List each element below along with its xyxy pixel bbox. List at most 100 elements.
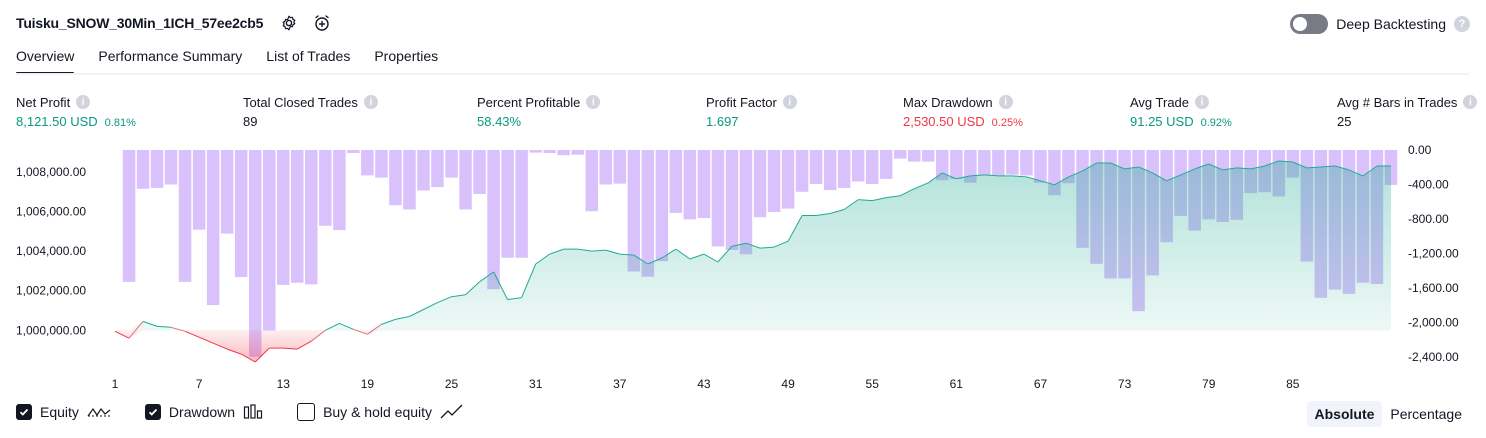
drawdown-bar bbox=[445, 150, 458, 178]
tabs-divider bbox=[16, 73, 1469, 75]
x-axis-tick: 85 bbox=[1286, 377, 1300, 391]
drawdown-bar bbox=[894, 150, 907, 159]
drawdown-bar bbox=[389, 150, 402, 206]
drawdown-bar bbox=[206, 150, 220, 306]
legend-buy-hold-label: Buy & hold equity bbox=[323, 404, 433, 420]
drawdown-bar bbox=[431, 150, 444, 188]
deep-backtesting-toggle[interactable] bbox=[1290, 14, 1329, 34]
info-icon[interactable]: i bbox=[782, 95, 797, 109]
drawdown-checkbox[interactable] bbox=[144, 404, 161, 420]
drawdown-bar bbox=[908, 150, 921, 162]
drawdown-bar bbox=[950, 150, 963, 179]
drawdown-bar bbox=[220, 150, 234, 234]
stat-profit-factor: Profit Factor i 1.697 bbox=[706, 94, 797, 129]
drawdown-bar bbox=[178, 150, 192, 282]
stat-percent: 0.81% bbox=[104, 117, 136, 129]
drawdown-bar bbox=[529, 150, 542, 153]
tab-list-of-trades[interactable]: List of Trades bbox=[266, 48, 362, 74]
stat-label: Profit Factor bbox=[706, 94, 777, 110]
drawdown-bar bbox=[305, 150, 318, 285]
trend-line-icon bbox=[440, 404, 463, 419]
strategy-title: Tuisku_SNOW_30Min_1ICH_57ee2cb5 bbox=[16, 15, 264, 31]
drawdown-bar bbox=[669, 150, 683, 213]
x-axis-tick: 1 bbox=[112, 377, 119, 391]
drawdown-bar bbox=[263, 150, 276, 331]
legend-drawdown-label: Drawdown bbox=[168, 404, 236, 420]
info-icon[interactable]: i bbox=[1463, 95, 1478, 109]
drawdown-bar bbox=[333, 150, 346, 231]
equity-checkbox[interactable] bbox=[16, 404, 32, 420]
drawdown-bar bbox=[234, 150, 248, 278]
stat-label: Percent Profitable bbox=[477, 94, 581, 110]
right-axis-tick: -2,400.00 bbox=[1408, 350, 1459, 364]
drawdown-bar bbox=[795, 150, 809, 192]
info-icon[interactable]: i bbox=[363, 95, 378, 109]
drawdown-bar bbox=[767, 150, 781, 212]
drawdown-bar bbox=[1006, 150, 1019, 175]
info-icon[interactable]: i bbox=[586, 95, 601, 109]
percentage-button[interactable]: Percentage bbox=[1382, 401, 1470, 427]
drawdown-bar bbox=[375, 150, 388, 178]
add-alert-clock-icon[interactable] bbox=[312, 13, 332, 33]
left-axis-tick: 1,006,000.00 bbox=[16, 205, 86, 219]
tab-properties[interactable]: Properties bbox=[374, 48, 450, 74]
left-axis-tick: 1,002,000.00 bbox=[16, 284, 86, 298]
x-axis-tick: 73 bbox=[1118, 377, 1132, 391]
drawdown-bar bbox=[641, 150, 655, 277]
x-axis-tick: 25 bbox=[445, 377, 459, 391]
right-axis-tick: -2,000.00 bbox=[1408, 315, 1459, 329]
drawdown-bar bbox=[557, 150, 570, 156]
tab-performance-summary[interactable]: Performance Summary bbox=[98, 48, 254, 74]
legend-drawdown[interactable]: Drawdown bbox=[144, 404, 263, 420]
drawdown-bar bbox=[655, 150, 669, 262]
settings-gear-icon[interactable] bbox=[279, 13, 299, 33]
x-axis-tick: 55 bbox=[866, 377, 880, 391]
drawdown-bar bbox=[515, 150, 528, 258]
drawdown-bar bbox=[291, 150, 304, 283]
x-axis-tick: 67 bbox=[1034, 377, 1048, 391]
drawdown-bar bbox=[837, 150, 851, 188]
info-icon[interactable]: i bbox=[998, 95, 1013, 109]
stat-label: Total Closed Trades bbox=[243, 94, 358, 110]
drawdown-bar bbox=[627, 150, 641, 272]
drawdown-bar bbox=[473, 150, 486, 194]
drawdown-bar bbox=[1020, 150, 1033, 176]
drawdown-bar bbox=[585, 150, 598, 212]
legend-equity[interactable]: Equity bbox=[16, 404, 111, 420]
drawdown-bar bbox=[417, 150, 430, 191]
legend-buy-hold[interactable]: Buy & hold equity bbox=[297, 403, 464, 421]
deep-backtesting-control: Deep Backtesting ? bbox=[1290, 14, 1470, 34]
stat-label: Avg # Bars in Trades bbox=[1337, 94, 1458, 110]
drawdown-bar bbox=[823, 150, 837, 191]
right-y-axis: 0.00 -400.00 -800.00 -1,200.00 -1,600.00 -2,0… bbox=[1408, 143, 1459, 364]
stat-value: 89 bbox=[243, 114, 258, 129]
drawdown-bar bbox=[501, 150, 514, 258]
x-axis-tick: 19 bbox=[361, 377, 375, 391]
stat-max-drawdown: Max Drawdown i 2,530.50 USD 0.25% bbox=[903, 94, 1023, 130]
stat-net-profit: Net Profit i 8,121.50 USD 0.81% bbox=[16, 94, 136, 130]
equity-line-icon bbox=[87, 407, 111, 417]
x-axis-tick: 43 bbox=[697, 377, 711, 391]
right-axis-tick: -1,600.00 bbox=[1408, 281, 1459, 295]
drawdown-bar bbox=[361, 150, 374, 176]
drawdown-bar bbox=[249, 150, 262, 357]
drawdown-bar bbox=[697, 150, 711, 219]
drawdown-bar bbox=[879, 150, 893, 179]
stat-value: 2,530.50 USD bbox=[903, 114, 985, 129]
drawdown-bar bbox=[319, 150, 332, 226]
help-question-icon[interactable]: ? bbox=[1454, 16, 1470, 32]
stat-value: 91.25 USD bbox=[1130, 114, 1194, 129]
stat-percent: 0.92% bbox=[1200, 117, 1232, 129]
drawdown-bar bbox=[992, 150, 1005, 176]
info-icon[interactable]: i bbox=[1195, 95, 1210, 109]
absolute-button[interactable]: Absolute bbox=[1306, 401, 1383, 427]
drawdown-bar bbox=[459, 150, 472, 210]
equity-drawdown-chart[interactable]: 1,008,000.00 1,006,000.00 1,004,000.00 1,00… bbox=[0, 140, 1486, 395]
drawdown-bar bbox=[725, 150, 739, 250]
x-axis-tick: 13 bbox=[277, 377, 291, 391]
right-axis-tick: -1,200.00 bbox=[1408, 246, 1459, 260]
drawdown-bar bbox=[192, 150, 206, 230]
buy-hold-checkbox[interactable] bbox=[297, 403, 316, 421]
info-icon[interactable]: i bbox=[76, 95, 91, 109]
tab-overview[interactable]: Overview bbox=[16, 48, 86, 75]
